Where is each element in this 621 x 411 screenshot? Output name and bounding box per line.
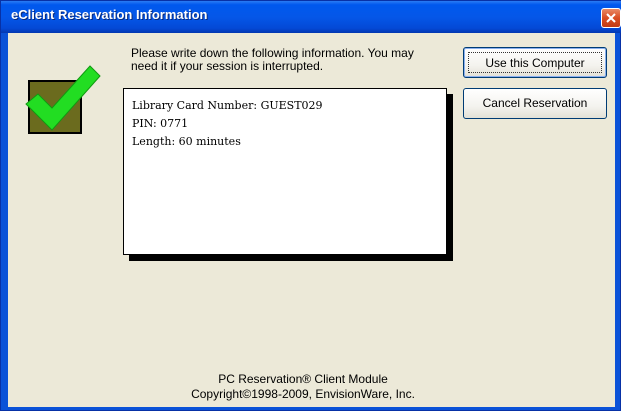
library-card-number: Library Card Number: GUEST029 <box>132 99 323 112</box>
copyright-text: Copyright©1998-2009, EnvisionWare, Inc. <box>191 387 415 401</box>
cancel-reservation-button[interactable]: Cancel Reservation <box>463 88 607 119</box>
dialog-body: Please write down the following informat… <box>8 33 615 407</box>
reservation-info-box: Library Card Number: GUEST029 PIN: 0771 … <box>123 88 447 255</box>
session-length: Length: 60 minutes <box>132 135 241 148</box>
window-title: eClient Reservation Information <box>11 7 208 22</box>
checkmark-icon <box>25 65 101 134</box>
pin-value: PIN: 0771 <box>132 117 189 130</box>
product-name: PC Reservation® Client Module <box>218 372 388 386</box>
use-this-computer-button[interactable]: Use this Computer <box>463 47 607 78</box>
reservation-window: eClient Reservation Information Please w… <box>0 0 621 411</box>
instruction-text: Please write down the following informat… <box>131 47 451 73</box>
footer: PC Reservation® Client Module Copyright©… <box>158 372 448 402</box>
use-this-computer-label: Use this Computer <box>468 52 602 73</box>
close-icon <box>606 13 616 23</box>
close-button[interactable] <box>601 8 621 28</box>
instruction-line-2: need it if your session is interrupted. <box>131 59 324 73</box>
title-bar[interactable]: eClient Reservation Information <box>1 1 621 33</box>
